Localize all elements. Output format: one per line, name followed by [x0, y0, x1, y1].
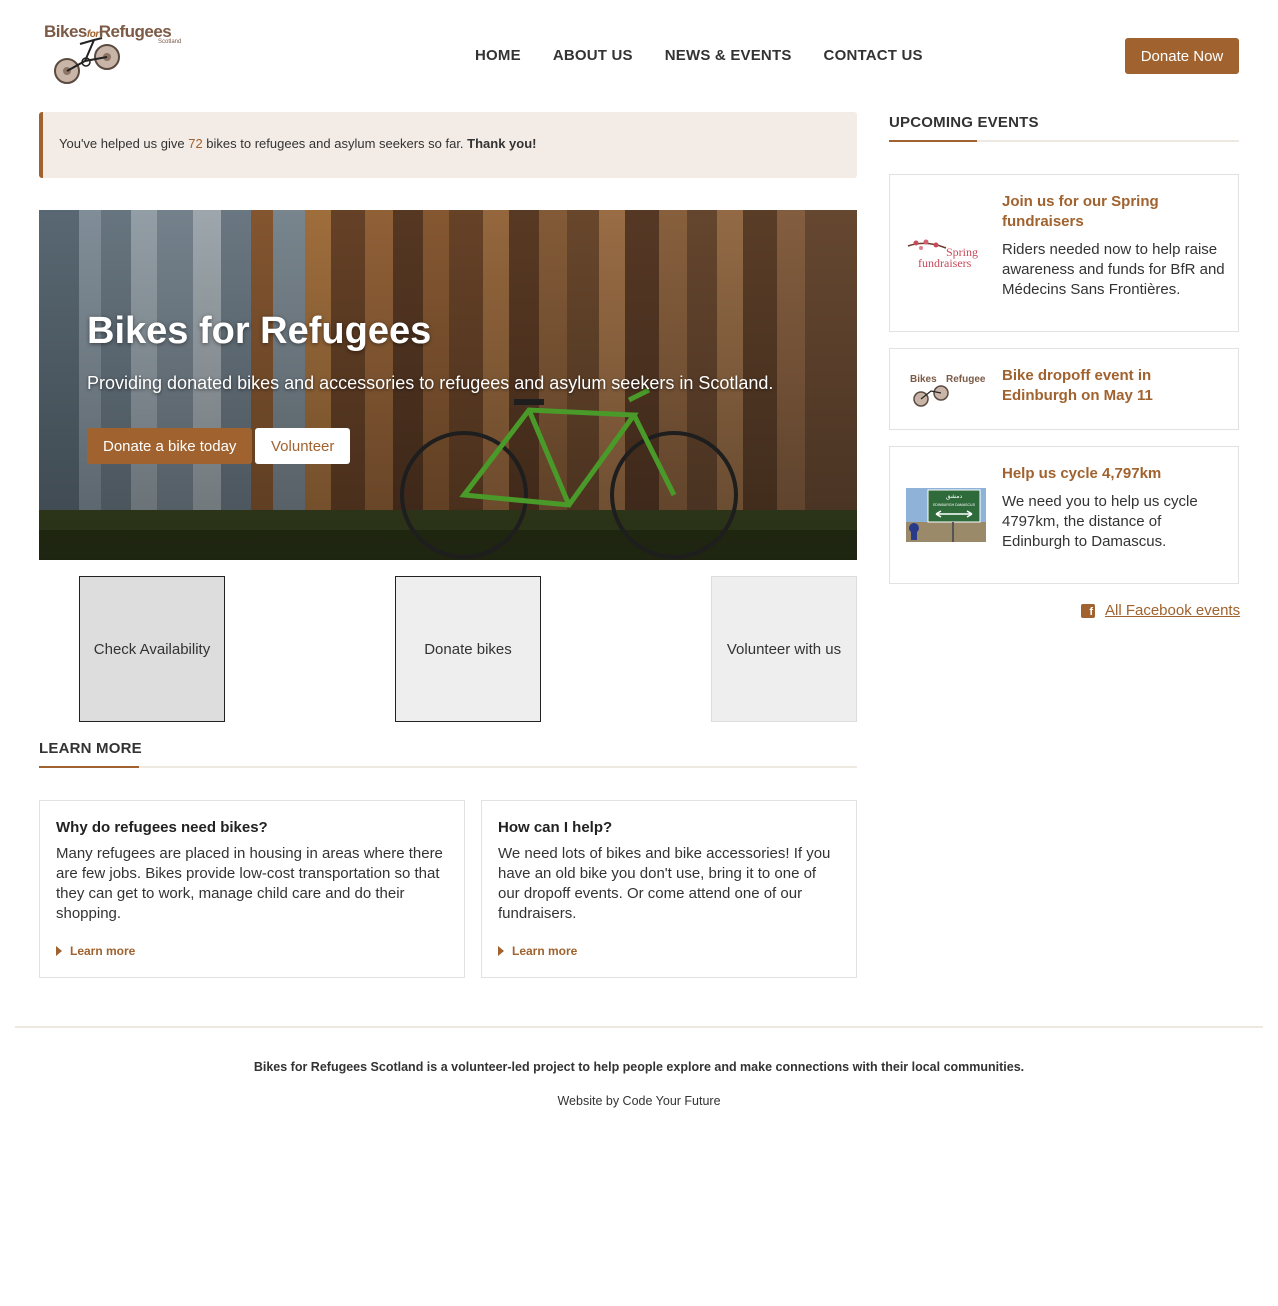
nav-news-events[interactable]: NEWS & EVENTS	[665, 47, 792, 64]
volunteer-with-us-tile[interactable]: Volunteer with us	[711, 576, 857, 722]
donate-now-button[interactable]: Donate Now	[1125, 38, 1239, 74]
logo-subtitle: Scotland	[158, 39, 182, 45]
event-description: Riders needed now to help raise awarenes…	[1002, 241, 1225, 298]
facebook-link-label: All Facebook events	[1105, 602, 1241, 619]
card-title: How can I help?	[498, 819, 613, 836]
event-cycle-4797km[interactable]: دمشق EDINBURGH DAMASCUS Help us cycle 4,…	[889, 446, 1239, 584]
main-nav: HOME ABOUT US NEWS & EVENTS CONTACT US	[475, 47, 923, 64]
learn-more-accent	[39, 766, 139, 768]
bicycle-logo-icon	[54, 37, 120, 84]
learn-more-link[interactable]: Learn more	[56, 944, 135, 958]
thumb-text: Refugees	[946, 374, 986, 385]
footer-divider	[15, 1026, 1263, 1028]
footer-description: Bikes for Refugees Scotland is a volunte…	[253, 1060, 1025, 1074]
event-bike-dropoff[interactable]: Bikes Refugees Bike dropoff event in Edi…	[889, 348, 1239, 430]
site-logo[interactable]: BikesforRefugees Scotland	[44, 20, 190, 88]
card-why-bikes: Why do refugees need bikes? Many refugee…	[39, 800, 465, 978]
event-title: Join us for our Spring fundraisers	[1002, 193, 1159, 230]
volunteer-button[interactable]: Volunteer	[255, 428, 351, 464]
caret-right-icon	[56, 946, 62, 956]
nav-about-us[interactable]: ABOUT US	[553, 47, 633, 64]
card-body: We need lots of bikes and bike accessori…	[498, 845, 831, 922]
event-description: We need you to help us cycle 4797km, the…	[1002, 493, 1198, 550]
upcoming-events-heading: UPCOMING EVENTS	[889, 114, 1039, 131]
bikes-given-count: 72	[188, 136, 203, 151]
donate-bikes-tile[interactable]: Donate bikes	[395, 576, 541, 722]
learn-more-label: Learn more	[512, 944, 578, 958]
event-title: Help us cycle 4,797km	[1002, 465, 1162, 482]
bikes-for-refugees-thumbnail: Bikes Refugees	[910, 374, 986, 407]
card-how-help: How can I help? We need lots of bikes an…	[481, 800, 857, 978]
event-title: Bike dropoff event in Edinburgh on May 1…	[1002, 367, 1153, 404]
card-title: Why do refugees need bikes?	[56, 819, 268, 836]
thumb-text: EDINBURGH DAMASCUS	[933, 503, 975, 507]
check-availability-tile[interactable]: Check Availability	[79, 576, 225, 722]
donate-bike-button[interactable]: Donate a bike today	[87, 428, 253, 464]
hero-subtitle: Providing donated bikes and accessories …	[87, 373, 774, 393]
spring-fundraisers-thumbnail: Spring fundraisers	[907, 239, 978, 270]
event-spring-fundraisers[interactable]: Spring fundraisers Join us for our Sprin…	[889, 174, 1239, 332]
caret-right-icon	[498, 946, 504, 956]
bikes-given-notice: You've helped us give 72 bikes to refuge…	[39, 112, 857, 178]
thumb-text: fundraisers	[918, 256, 972, 270]
hero-banner: Bikes for Refugees Providing donated bik…	[39, 210, 857, 560]
thumb-text: دمشق	[946, 493, 963, 500]
learn-more-label: Learn more	[70, 944, 136, 958]
learn-more-divider	[39, 766, 857, 768]
edinburgh-damascus-sign-thumbnail: دمشق EDINBURGH DAMASCUS	[906, 488, 986, 542]
notice-suffix: bikes to refugees and asylum seekers so …	[202, 136, 468, 151]
facebook-icon: f	[1081, 603, 1095, 618]
hero-title: Bikes for Refugees	[87, 310, 432, 352]
card-body: Many refugees are placed in housing in a…	[56, 845, 443, 922]
notice-prefix: You've helped us give	[59, 136, 189, 151]
site-header: BikesforRefugees Scotland HOME ABOUT US …	[0, 0, 1278, 100]
nav-contact-us[interactable]: CONTACT US	[824, 47, 923, 64]
footer-credit: Website by Code Your Future	[557, 1094, 721, 1108]
learn-more-heading: LEARN MORE	[39, 740, 142, 757]
notice-thanks: Thank you!	[467, 136, 537, 151]
thumb-text: Bikes	[910, 374, 937, 385]
nav-home[interactable]: HOME	[475, 47, 521, 64]
learn-more-link[interactable]: Learn more	[498, 944, 577, 958]
all-facebook-events-link[interactable]: f All Facebook events	[1081, 602, 1240, 619]
events-accent	[889, 140, 977, 142]
